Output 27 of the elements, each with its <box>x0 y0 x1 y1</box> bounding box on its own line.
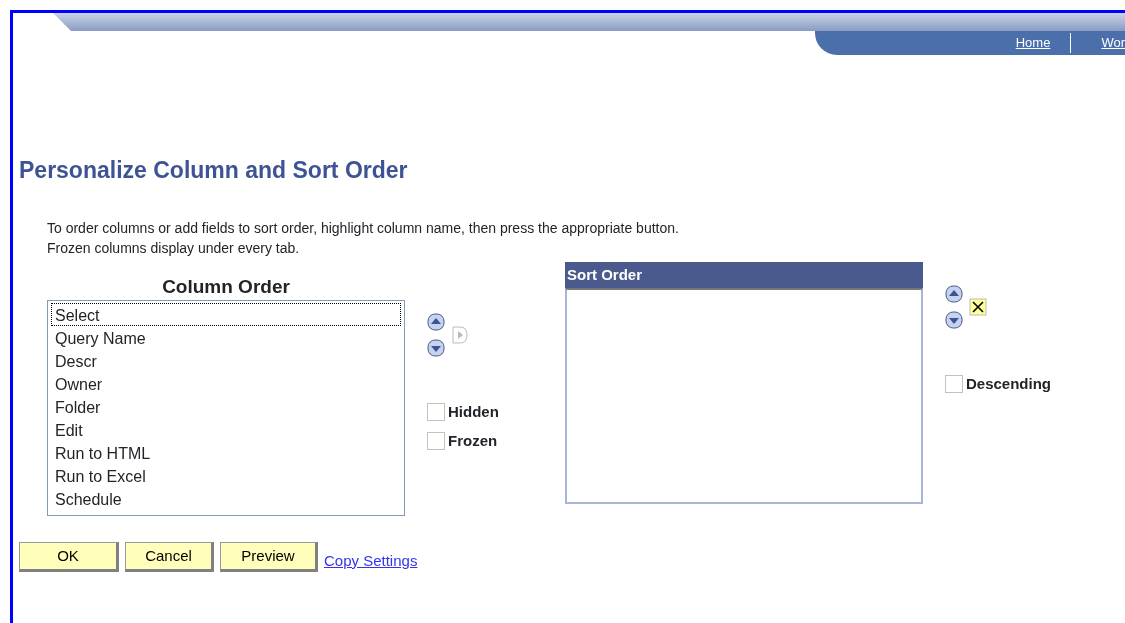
checkbox-label: Hidden <box>448 401 499 422</box>
list-item[interactable]: Folder <box>51 394 401 418</box>
list-item[interactable]: Select <box>51 302 401 326</box>
checkbox[interactable] <box>427 432 445 450</box>
nav-link[interactable]: Wor <box>1070 33 1125 53</box>
list-item[interactable]: Schedule <box>51 486 401 510</box>
checkbox-label: Descending <box>966 373 1052 394</box>
checkbox[interactable] <box>945 375 963 393</box>
list-item[interactable]: Descr <box>51 348 401 372</box>
column-list[interactable]: Select Query Name Descr Owner Folder Edit Run to HTML Run to Excel Schedule <box>47 299 405 516</box>
list-item[interactable]: Run to Excel <box>51 463 401 487</box>
copy-settings-link[interactable]: Copy Settings <box>324 549 418 572</box>
list-item[interactable]: Query Name <box>51 325 401 349</box>
sort-order-header: Sort Order <box>565 261 923 288</box>
list-item[interactable]: Run to HTML <box>51 440 401 464</box>
page-title: Personalize Column and Sort Order <box>19 156 409 185</box>
checkbox-label: Frozen <box>448 430 498 451</box>
column-order-heading: Column Order <box>161 274 291 299</box>
action-button[interactable]: Cancel <box>125 541 214 572</box>
action-button[interactable]: OK <box>19 541 119 572</box>
list-item[interactable]: Edit <box>51 417 401 441</box>
action-button[interactable]: Preview <box>220 541 318 572</box>
list-item[interactable]: Owner <box>51 371 401 395</box>
instruction-text: To order columns or add fields to sort order, highlight column name, then press the appropriate button. <box>47 218 680 238</box>
instruction-text: Frozen columns display under every tab. <box>47 238 301 258</box>
checkbox[interactable] <box>427 403 445 421</box>
nav-link[interactable]: Home <box>1015 33 1071 53</box>
